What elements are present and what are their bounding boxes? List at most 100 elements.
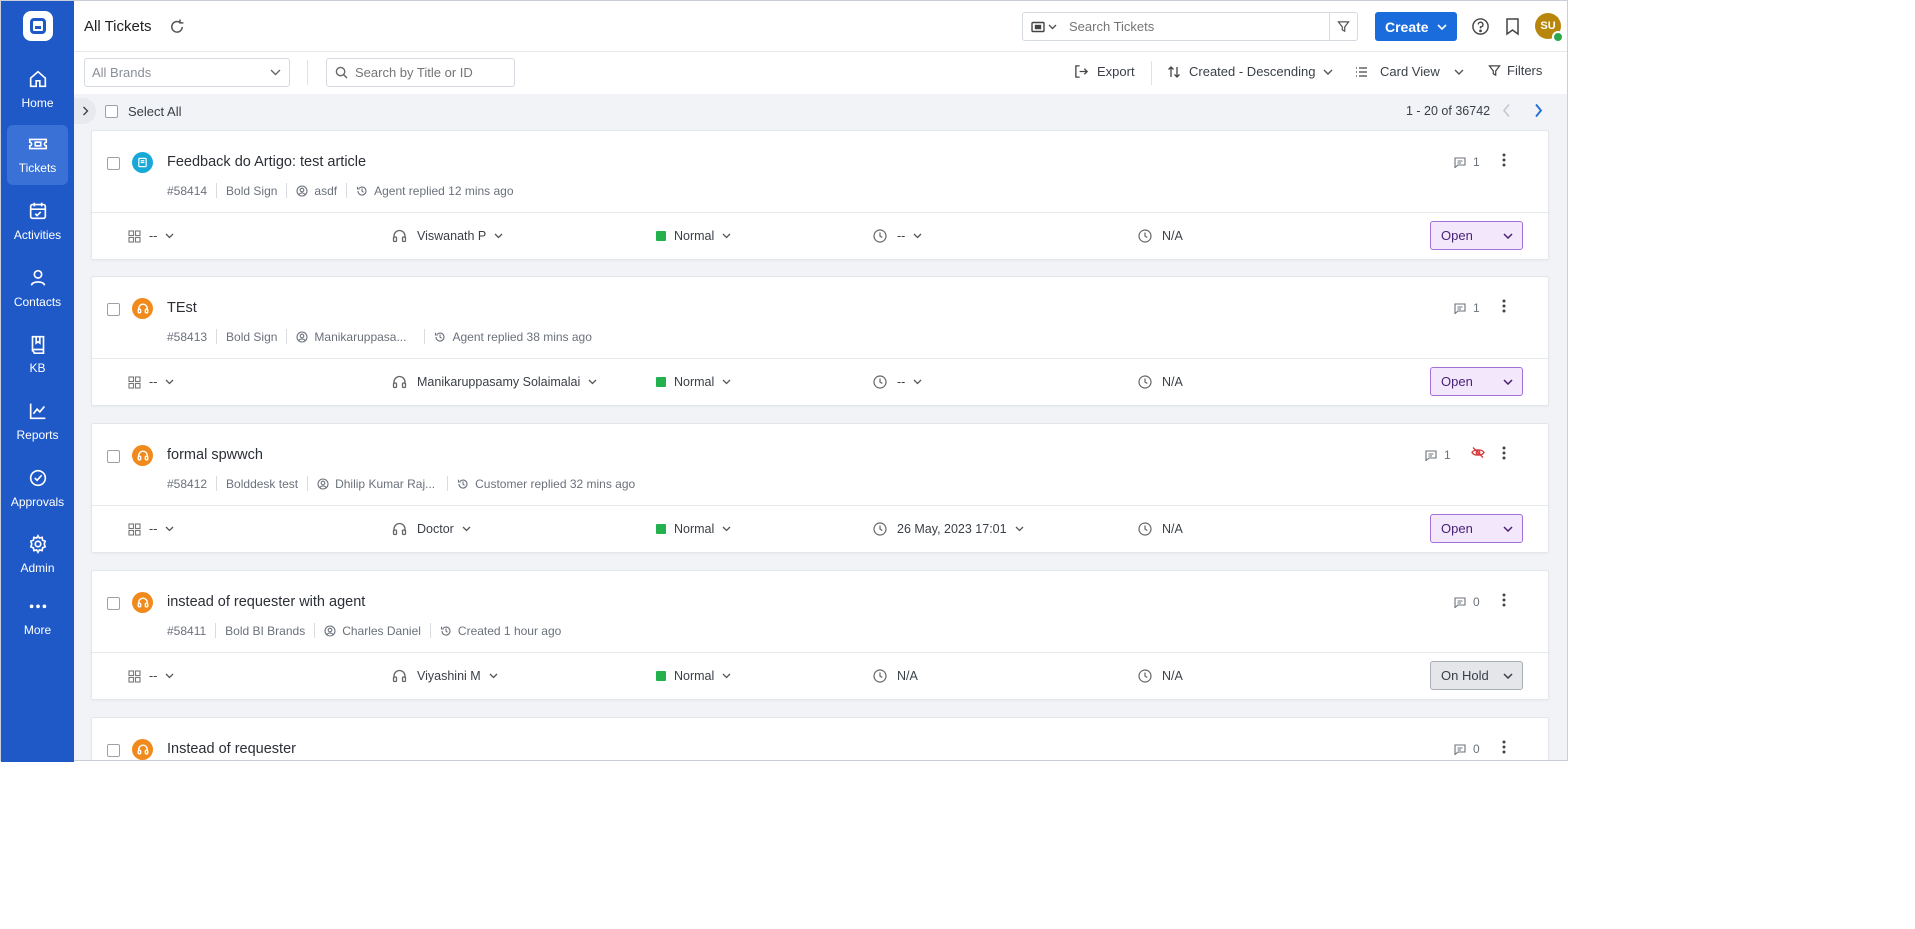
status-value: On Hold bbox=[1441, 668, 1489, 683]
export-icon bbox=[1075, 65, 1089, 78]
comment-count-value: 1 bbox=[1473, 301, 1480, 315]
ticket-contact[interactable]: Dhilip Kumar Raj... bbox=[335, 477, 435, 491]
clock-icon bbox=[1138, 229, 1152, 243]
search-type-dropdown[interactable] bbox=[1023, 13, 1065, 40]
priority-value: Normal bbox=[674, 669, 715, 683]
ticket-card[interactable]: Feedback do Artigo: test article #58414 … bbox=[91, 130, 1549, 260]
more-options-icon[interactable] bbox=[1502, 153, 1506, 167]
next-page-icon[interactable] bbox=[1534, 103, 1543, 118]
sidebar-item-admin[interactable]: Admin bbox=[7, 525, 68, 585]
comment-count[interactable]: 1 bbox=[1454, 301, 1480, 315]
sidebar-item-more[interactable]: More bbox=[7, 591, 68, 651]
select-all-label: Select All bbox=[128, 104, 182, 119]
ticket-title[interactable]: TEst bbox=[167, 300, 197, 316]
ticket-contact[interactable]: Manikaruppasa... bbox=[314, 330, 406, 344]
category-dropdown[interactable]: -- bbox=[128, 669, 174, 683]
sidebar-item-home[interactable]: Home bbox=[7, 60, 68, 120]
status-dropdown[interactable]: Open bbox=[1430, 514, 1523, 543]
ticket-checkbox[interactable] bbox=[107, 157, 120, 170]
priority-dropdown[interactable]: Normal bbox=[656, 522, 731, 536]
app-logo[interactable] bbox=[23, 11, 53, 41]
ticket-card[interactable]: Instead of requester 0 bbox=[91, 717, 1549, 760]
agent-value: Doctor bbox=[417, 522, 454, 536]
status-dropdown[interactable]: Open bbox=[1430, 221, 1523, 250]
select-all-checkbox[interactable] bbox=[105, 105, 118, 118]
priority-dropdown[interactable]: Normal bbox=[656, 375, 731, 389]
due-date-dropdown[interactable]: -- bbox=[873, 229, 922, 243]
previous-page-icon[interactable] bbox=[1502, 103, 1511, 118]
ticket-checkbox[interactable] bbox=[107, 450, 120, 463]
export-button[interactable]: Export bbox=[1074, 64, 1135, 79]
chevron-down-icon bbox=[462, 526, 471, 532]
ticket-title[interactable]: Feedback do Artigo: test article bbox=[167, 154, 366, 170]
ticket-title[interactable]: instead of requester with agent bbox=[167, 594, 365, 610]
ticket-contact[interactable]: asdf bbox=[314, 184, 337, 198]
sort-icon bbox=[1168, 65, 1180, 78]
sidebar-item-tickets[interactable]: Tickets bbox=[7, 125, 68, 185]
sidebar-item-label: Contacts bbox=[13, 295, 62, 309]
brands-dropdown[interactable]: All Brands bbox=[84, 58, 290, 87]
category-value: -- bbox=[149, 522, 158, 536]
search-icon bbox=[335, 66, 348, 79]
ticket-id: #58413 bbox=[167, 329, 208, 344]
search-tickets-input[interactable] bbox=[1065, 19, 1329, 34]
agent-dropdown[interactable]: Manikaruppasamy Solaimalai bbox=[392, 375, 597, 389]
sort-dropdown[interactable]: Created - Descending bbox=[1167, 64, 1333, 79]
create-button[interactable]: Create bbox=[1375, 12, 1457, 41]
chevron-down-icon bbox=[1015, 526, 1024, 532]
sidebar-item-contacts[interactable]: Contacts bbox=[7, 259, 68, 319]
agent-dropdown[interactable]: Doctor bbox=[392, 522, 471, 536]
agent-dropdown[interactable]: Viyashini M bbox=[392, 669, 498, 683]
ticket-card[interactable]: formal spwwch #58412 Bolddesk test Dhili… bbox=[91, 423, 1549, 553]
ticket-card[interactable]: instead of requester with agent #58411 B… bbox=[91, 570, 1549, 700]
category-dropdown[interactable]: -- bbox=[128, 229, 174, 243]
due-date-dropdown[interactable]: 26 May, 2023 17:01 bbox=[873, 522, 1024, 536]
view-dropdown[interactable]: Card View bbox=[1355, 64, 1464, 79]
filters-button[interactable]: Filters bbox=[1488, 63, 1542, 78]
comment-count[interactable]: 1 bbox=[1425, 448, 1451, 462]
ticket-checkbox[interactable] bbox=[107, 597, 120, 610]
expand-panel-button[interactable] bbox=[74, 98, 96, 124]
headset-icon bbox=[132, 739, 153, 760]
agent-value: Manikaruppasamy Solaimalai bbox=[417, 375, 581, 389]
bookmark-icon[interactable] bbox=[1504, 17, 1521, 36]
ticket-title[interactable]: Instead of requester bbox=[167, 741, 296, 757]
sidebar-item-kb[interactable]: KB bbox=[7, 325, 68, 385]
sidebar-item-activities[interactable]: Activities bbox=[7, 192, 68, 252]
agent-dropdown[interactable]: Viswanath P bbox=[392, 229, 503, 243]
ticket-contact[interactable]: Charles Daniel bbox=[342, 624, 421, 638]
ticket-search-box bbox=[1022, 12, 1358, 41]
ticket-checkbox[interactable] bbox=[107, 303, 120, 316]
comment-count[interactable]: 1 bbox=[1454, 155, 1480, 169]
help-icon[interactable] bbox=[1471, 17, 1490, 36]
category-dropdown[interactable]: -- bbox=[128, 522, 174, 536]
status-dropdown[interactable]: On Hold bbox=[1430, 661, 1523, 690]
priority-value: Normal bbox=[674, 522, 715, 536]
comment-count[interactable]: 0 bbox=[1454, 595, 1480, 609]
ticket-activity: Agent replied 38 mins ago bbox=[452, 329, 592, 344]
contact-icon bbox=[296, 184, 308, 197]
ticket-card[interactable]: TEst #58413 Bold Sign Manikaruppasa... A… bbox=[91, 276, 1549, 406]
sidebar-item-label: Tickets bbox=[18, 161, 57, 175]
due-date-dropdown[interactable]: -- bbox=[873, 375, 922, 389]
search-filter-button[interactable] bbox=[1329, 13, 1357, 40]
more-options-icon[interactable] bbox=[1502, 299, 1506, 313]
eye-off-icon[interactable] bbox=[1471, 446, 1485, 459]
reports-icon bbox=[29, 403, 45, 420]
category-dropdown[interactable]: -- bbox=[128, 375, 174, 389]
ticket-title[interactable]: formal spwwch bbox=[167, 447, 263, 463]
ticket-checkbox[interactable] bbox=[107, 744, 120, 757]
divider bbox=[307, 60, 308, 85]
comment-count[interactable]: 0 bbox=[1454, 742, 1480, 756]
more-options-icon[interactable] bbox=[1502, 446, 1506, 460]
sidebar-item-approvals[interactable]: Approvals bbox=[7, 459, 68, 519]
priority-dropdown[interactable]: Normal bbox=[656, 229, 731, 243]
comment-icon bbox=[1425, 449, 1437, 461]
status-dropdown[interactable]: Open bbox=[1430, 367, 1523, 396]
refresh-icon[interactable] bbox=[168, 18, 186, 36]
sidebar-item-reports[interactable]: Reports bbox=[7, 392, 68, 452]
more-options-icon[interactable] bbox=[1502, 740, 1506, 754]
priority-dropdown[interactable]: Normal bbox=[656, 669, 731, 683]
title-id-search-input[interactable] bbox=[355, 65, 505, 80]
more-options-icon[interactable] bbox=[1502, 593, 1506, 607]
